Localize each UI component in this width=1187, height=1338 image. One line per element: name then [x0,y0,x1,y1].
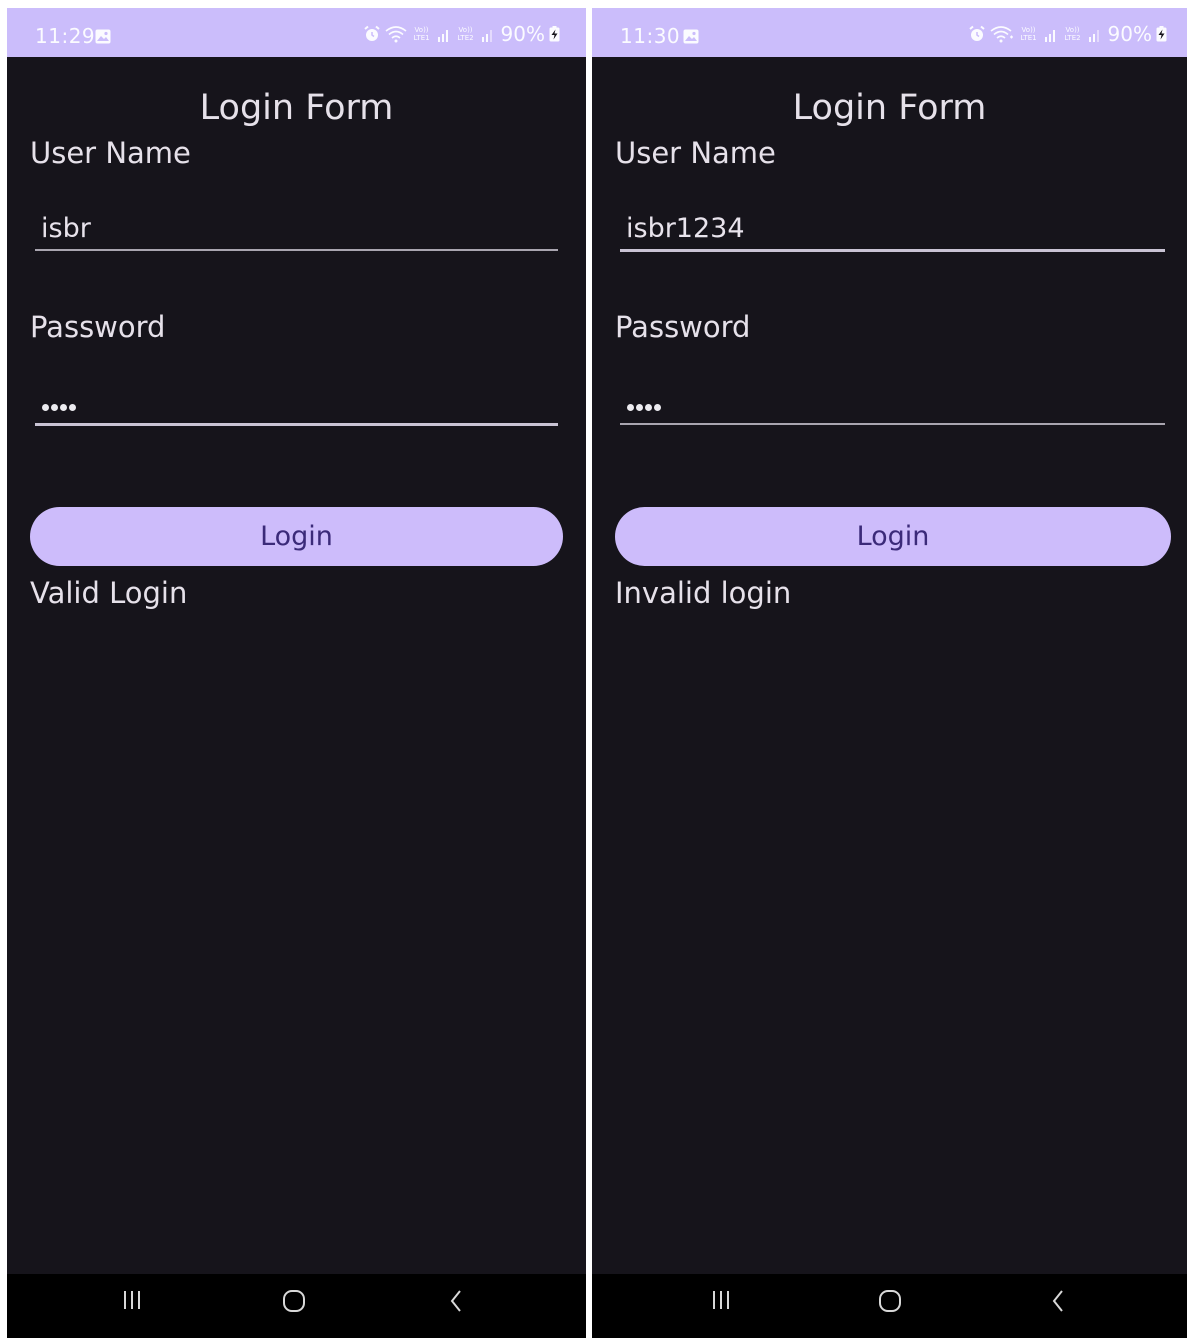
password-label: Password [30,310,166,344]
username-value: isbr1234 [626,213,745,244]
login-button[interactable]: Login [30,507,563,566]
volte1-indicator: Vo)) LTE1 [1020,26,1037,42]
password-input[interactable] [620,383,1165,425]
back-icon [450,1290,461,1312]
home-button[interactable] [274,1288,314,1324]
password-label: Password [615,310,751,344]
recents-icon [124,1291,140,1309]
nav-bar [592,1274,1187,1338]
username-label: User Name [615,136,776,170]
gallery-icon [683,29,699,44]
back-icon [1052,1290,1063,1312]
status-time: 11:30 [620,24,681,48]
recents-button[interactable] [701,1288,741,1324]
alarm-icon [968,25,985,41]
status-icons: Vo)) LTE1 Vo)) LTE2 90% [968,22,1167,46]
recents-icon [713,1291,729,1309]
username-label: User Name [30,136,191,170]
battery-percent: 90% [500,22,545,46]
wifi-icon [385,26,407,43]
battery-percent: 90% [1107,22,1152,46]
home-icon [879,1290,901,1312]
username-input[interactable]: isbr1234 [620,209,1165,252]
nav-bar [7,1274,586,1338]
status-time: 11:29 [35,24,96,48]
page-title: Login Form [199,88,394,128]
gallery-icon [95,29,111,44]
signal-icon [1088,30,1099,42]
signal-icon [481,30,492,42]
signal-icon [1044,30,1055,42]
page-title: Login Form [792,88,987,128]
login-button[interactable]: Login [615,507,1171,566]
password-input[interactable] [35,383,558,426]
login-result: Invalid login [615,576,792,610]
password-masked-value [627,404,661,411]
battery-charging-icon [1156,26,1167,42]
status-icons: Vo)) LTE1 Vo)) LTE2 90% [363,22,560,46]
volte1-indicator: Vo)) LTE1 [413,26,430,42]
back-button[interactable] [437,1288,477,1324]
back-button[interactable] [1039,1288,1079,1324]
phone-screen-left: 11:29 Vo)) LTE1 Vo)) LTE2 90% Login Form… [7,8,586,1338]
home-button[interactable] [870,1288,910,1324]
volte2-indicator: Vo)) LTE2 [1064,26,1081,42]
recents-button[interactable] [112,1288,152,1324]
home-icon [283,1290,305,1312]
status-bar: 11:30 Vo)) LTE1 Vo)) LTE2 90% [592,8,1187,57]
volte2-indicator: Vo)) LTE2 [457,26,474,42]
status-bar: 11:29 Vo)) LTE1 Vo)) LTE2 90% [7,8,586,57]
battery-charging-icon [549,26,560,42]
wifi-icon [990,26,1013,43]
alarm-icon [363,25,380,41]
username-value: isbr [41,213,91,244]
phone-screen-right: 11:30 Vo)) LTE1 Vo)) LTE2 90% Login Form… [592,8,1187,1338]
username-input[interactable]: isbr [35,209,558,251]
signal-icon [437,30,448,42]
login-result: Valid Login [30,576,188,610]
password-masked-value [42,404,76,411]
